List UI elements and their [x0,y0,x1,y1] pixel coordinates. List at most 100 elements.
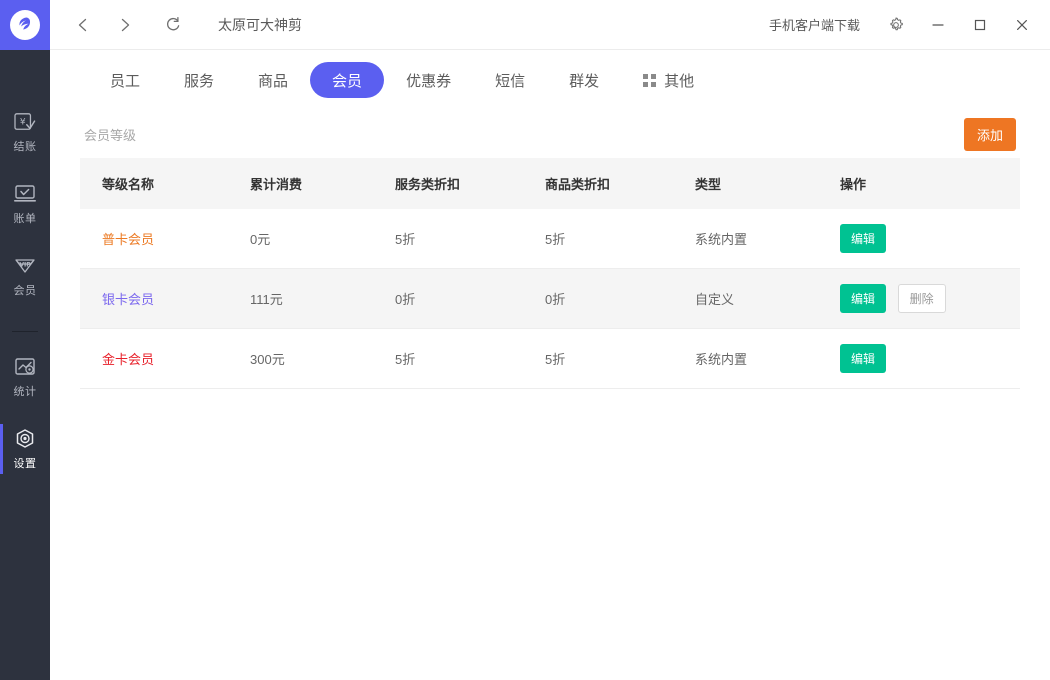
settings-gear-icon [13,427,37,451]
tab-label: 服务 [184,72,215,90]
edit-button[interactable]: 编辑 [840,224,887,253]
sidebar-item-checkout[interactable]: ¥ 结账 [0,105,50,159]
chevron-right-icon [121,18,130,31]
level-name-link[interactable]: 银卡会员 [102,292,154,307]
cell-operation: 编辑 [840,328,1020,389]
cell-service-discount: 5折 [395,328,545,389]
column-header-name: 等级名称 [80,158,250,209]
cell-goods-discount: 5折 [545,328,695,389]
edit-button[interactable]: 编辑 [840,284,887,313]
card-title: 会员等级 [84,127,137,143]
member-level-table: 等级名称 累计消费 服务类折扣 商品类折扣 类型 操作 普卡会员 0元 5折 5… [80,158,1020,389]
svg-text:VIP: VIP [19,262,31,269]
table-row: 金卡会员 300元 5折 5折 系统内置 编辑 [80,328,1020,389]
tab-goods[interactable]: 商品 [236,62,310,98]
tab-mass-send[interactable]: 群发 [547,62,621,98]
checkout-icon: ¥ [14,110,36,134]
mobile-client-download-link[interactable]: 手机客户端下载 [769,15,860,34]
lightning-logo-icon [10,10,40,40]
column-header-operation: 操作 [840,158,1020,209]
window-title: 太原可大神剪 [218,16,302,33]
forward-button[interactable] [108,8,142,42]
cell-goods-discount: 0折 [545,268,695,329]
statistics-icon [14,355,36,379]
sidebar-item-label: 会员 [13,285,37,297]
tab-sms[interactable]: 短信 [473,62,547,98]
cell-level-name: 普卡会员 [80,209,250,269]
cell-operation: 编辑 删除 [840,268,1020,329]
cell-type: 系统内置 [695,209,840,269]
level-name-link[interactable]: 金卡会员 [102,352,154,367]
tab-label: 会员 [332,72,363,90]
tab-coupon[interactable]: 优惠券 [384,62,473,98]
column-header-goods-discount: 商品类折扣 [545,158,695,209]
grid-icon [643,73,657,87]
chevron-left-icon [78,18,87,31]
cell-level-name: 金卡会员 [80,328,250,389]
tab-label: 员工 [110,72,141,90]
cell-operation: 编辑 [840,209,1020,269]
sidebar-item-bill[interactable]: 账单 [0,177,50,231]
column-header-type: 类型 [695,158,840,209]
table-body: 普卡会员 0元 5折 5折 系统内置 编辑 银卡会员 111元 0折 0折 自定… [80,209,1020,389]
sidebar-group-secondary: 统计 设置 [0,348,50,494]
titlebar-controls: 手机客户端下载 [769,7,1050,43]
sidebar-item-label: 结账 [13,141,37,153]
table-header: 等级名称 累计消费 服务类折扣 商品类折扣 类型 操作 [80,158,1020,209]
refresh-button[interactable] [156,8,190,42]
close-button[interactable] [1002,7,1042,43]
cell-service-discount: 5折 [395,209,545,269]
titlebar-nav [50,8,190,42]
sidebar-item-settings[interactable]: 设置 [0,422,50,476]
cell-level-name: 银卡会员 [80,268,250,329]
tab-label: 商品 [258,72,289,90]
content-area: 会员等级 添加 等级名称 累计消费 服务类折扣 商品类折扣 类型 操作 普卡会员… [50,110,1050,680]
sidebar-item-label: 设置 [13,458,37,470]
app-logo [0,0,50,50]
sidebar-item-member[interactable]: VIP 会员 [0,249,50,303]
cell-type: 自定义 [695,268,840,329]
card-header: 会员等级 添加 [80,110,1020,158]
cell-spend: 300元 [250,328,395,389]
tab-label: 群发 [569,72,600,90]
sidebar: ¥ 结账 账单 VIP 会员 统计 设置 [0,0,50,680]
tab-staff[interactable]: 员工 [88,62,162,98]
tab-member[interactable]: 会员 [310,62,385,98]
cell-spend: 0元 [250,209,395,269]
tabbar: 员工 服务 商品 会员 优惠券 短信 群发 其他 [50,50,1050,110]
tab-service[interactable]: 服务 [162,62,236,98]
tab-label: 短信 [495,72,526,90]
bill-icon [13,182,37,206]
cell-spend: 111元 [250,268,395,329]
tab-label: 优惠券 [406,72,452,90]
tab-other[interactable]: 其他 [621,62,716,98]
sidebar-item-statistics[interactable]: 统计 [0,350,50,404]
maximize-button[interactable] [960,7,1000,43]
add-button[interactable]: 添加 [963,117,1016,151]
main-area: 太原可大神剪 手机客户端下载 员工 服务 商品 会员 优惠券 短信 群发 其他 … [50,0,1050,680]
column-header-spend: 累计消费 [250,158,395,209]
gear-icon [890,16,903,30]
back-button[interactable] [66,8,100,42]
tab-label: 其他 [664,72,695,90]
vip-member-icon: VIP [12,254,38,278]
sidebar-group-primary: ¥ 结账 账单 VIP 会员 [0,50,50,321]
table-row: 普卡会员 0元 5折 5折 系统内置 编辑 [80,209,1020,269]
minimize-icon [932,23,944,26]
edit-button[interactable]: 编辑 [840,344,887,373]
titlebar: 太原可大神剪 手机客户端下载 [50,0,1050,50]
cell-type: 系统内置 [695,328,840,389]
svg-text:¥: ¥ [20,118,26,128]
member-level-card: 会员等级 添加 等级名称 累计消费 服务类折扣 商品类折扣 类型 操作 普卡会员… [80,110,1020,389]
sidebar-item-label: 统计 [13,386,37,398]
delete-button[interactable]: 删除 [897,284,946,313]
settings-button[interactable] [876,7,916,43]
minimize-button[interactable] [918,7,958,43]
level-name-link[interactable]: 普卡会员 [102,232,154,247]
column-header-service-discount: 服务类折扣 [395,158,545,209]
maximize-icon [974,19,986,30]
table-row: 银卡会员 111元 0折 0折 自定义 编辑 删除 [80,268,1020,329]
close-icon [1017,19,1027,30]
refresh-icon [167,16,180,30]
app-window: ¥ 结账 账单 VIP 会员 统计 设置 太原可大神剪 手机客户端下载 员工 服… [0,0,1050,680]
